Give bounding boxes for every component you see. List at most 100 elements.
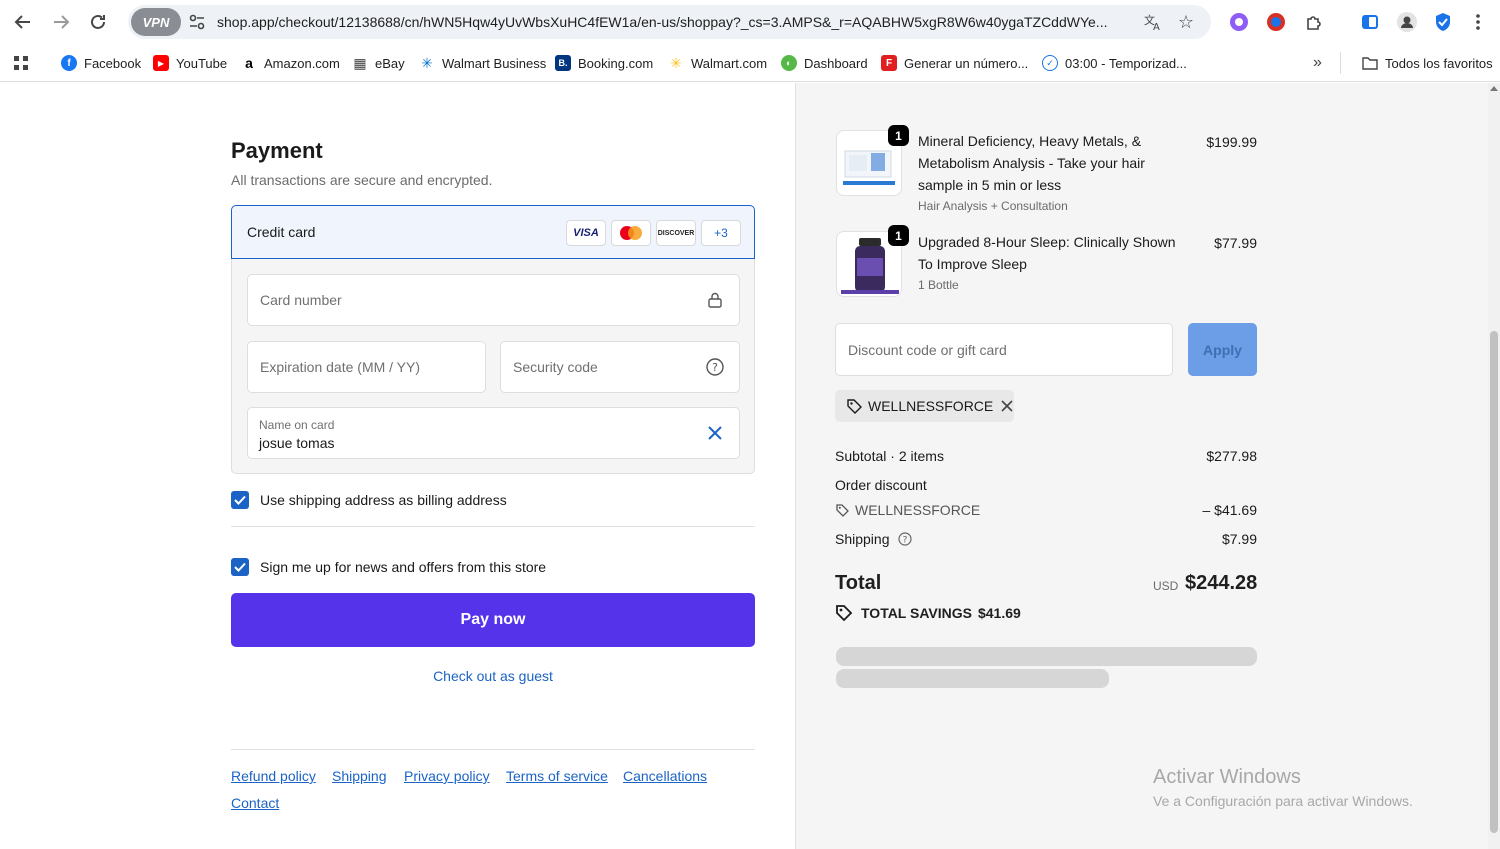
visa-icon: VISA: [566, 220, 606, 246]
more-cards-badge: +3: [701, 220, 741, 246]
svg-text:?: ?: [902, 536, 907, 546]
side-panel-icon[interactable]: [1358, 10, 1382, 34]
bookmark-generar-numero[interactable]: F Generar un número...: [881, 53, 1028, 73]
ebay-icon: ▦: [352, 54, 368, 71]
discover-icon: DISCOVER: [656, 220, 696, 246]
page-scrollbar[interactable]: [1488, 83, 1500, 849]
url-text[interactable]: shop.app/checkout/12138688/cn/hWN5Hqw4yU…: [217, 14, 1132, 30]
section-divider: [231, 526, 755, 527]
forward-icon[interactable]: [47, 8, 75, 36]
applied-discount-chip: WELLNESSFORCE: [835, 390, 1014, 422]
extensions-puzzle-icon[interactable]: [1302, 10, 1326, 34]
bookmark-walmart[interactable]: ✳ Walmart.com: [668, 53, 767, 73]
remove-discount-x-icon[interactable]: [1001, 400, 1013, 412]
mastercard-icon: [611, 220, 651, 246]
windows-activation-subtitle: Ve a Configuración para activar Windows.: [1153, 793, 1413, 809]
svg-text:?: ?: [712, 361, 718, 374]
back-icon[interactable]: [9, 8, 37, 36]
security-extension-icon[interactable]: [1431, 10, 1455, 34]
checkbox-checked-icon[interactable]: [231, 558, 249, 576]
credit-card-label: Credit card: [247, 224, 316, 240]
bookmark-divider: [1340, 52, 1341, 74]
translate-icon[interactable]: 文A: [1142, 11, 1164, 33]
name-on-card-field[interactable]: Name on card josue tomas: [247, 407, 740, 459]
clear-x-icon[interactable]: [705, 423, 725, 443]
folder-icon: [1362, 56, 1378, 70]
browser-toolbar: VPN shop.app/checkout/12138688/cn/hWN5Hq…: [0, 0, 1500, 44]
bookmark-star-icon[interactable]: ☆: [1175, 11, 1197, 33]
refund-policy-link[interactable]: Refund policy: [231, 768, 316, 784]
security-code-field[interactable]: Security code ?: [500, 341, 740, 393]
checkout-as-guest-link[interactable]: Check out as guest: [231, 668, 755, 684]
extension-purple-icon[interactable]: [1227, 10, 1251, 34]
bookmark-temporizador[interactable]: ✓ 03:00 - Temporizad...: [1042, 53, 1187, 73]
walmart-spark-icon: ✳: [668, 55, 684, 71]
more-bookmarks-icon[interactable]: »: [1313, 53, 1322, 73]
product-price: $199.99: [1206, 134, 1257, 150]
help-circle-icon[interactable]: ?: [705, 357, 725, 377]
billing-address-checkbox[interactable]: Use shipping address as billing address: [231, 491, 507, 509]
address-bar[interactable]: VPN shop.app/checkout/12138688/cn/hWN5Hq…: [128, 5, 1211, 39]
shipping-help-icon[interactable]: ?: [897, 532, 912, 546]
extension-shield-icon[interactable]: [1264, 10, 1288, 34]
amazon-icon: a: [241, 55, 257, 71]
order-summary-panel: [795, 83, 1488, 849]
tag-icon: [846, 398, 862, 414]
checkout-page: Payment All transactions are secure and …: [0, 83, 1500, 849]
subtotal-row: Subtotal · 2 items $277.98: [835, 448, 1257, 464]
timer-icon: ✓: [1042, 55, 1058, 71]
vpn-badge[interactable]: VPN: [131, 8, 181, 36]
bookmarks-bar: f Facebook ▶ YouTube a Amazon.com ▦ eBay ✳ Wa…: [0, 44, 1500, 82]
order-discount-label: Order discount: [835, 477, 927, 493]
shipping-policy-link[interactable]: Shipping: [332, 768, 387, 784]
loading-skeleton: [836, 647, 1257, 666]
product-name: Upgraded 8-Hour Sleep: Clinically Shown …: [918, 234, 1176, 272]
shipping-row: Shipping ? $7.99: [835, 531, 1257, 547]
svg-text:A: A: [1153, 22, 1160, 32]
product-name: Mineral Deficiency, Heavy Metals, & Meta…: [918, 133, 1145, 193]
bookmark-dashboard[interactable]: ◐ Dashboard: [781, 53, 868, 73]
total-savings: TOTAL SAVINGS $41.69: [835, 604, 1021, 622]
quantity-badge: 1: [888, 225, 909, 246]
product-variant: 1 Bottle: [918, 278, 959, 292]
lock-icon: [705, 290, 725, 310]
apps-grid-icon[interactable]: [13, 53, 29, 73]
footer-divider: [231, 749, 755, 750]
total-label: Total: [835, 572, 882, 594]
quantity-badge: 1: [888, 125, 909, 146]
reload-icon[interactable]: [84, 8, 112, 36]
checkbox-checked-icon[interactable]: [231, 491, 249, 509]
apply-discount-button[interactable]: Apply: [1188, 323, 1257, 376]
contact-link[interactable]: Contact: [231, 795, 279, 811]
cancellations-link[interactable]: Cancellations: [623, 768, 707, 784]
site-settings-icon[interactable]: [188, 13, 206, 31]
name-on-card-value: josue tomas: [259, 435, 335, 451]
pay-now-button[interactable]: Pay now: [231, 593, 755, 647]
terms-of-service-link[interactable]: Terms of service: [506, 768, 608, 784]
dashboard-icon: ◐: [781, 55, 797, 71]
newsletter-checkbox[interactable]: Sign me up for news and offers from this…: [231, 558, 546, 576]
card-number-field[interactable]: Card number: [247, 274, 740, 326]
scroll-thumb[interactable]: [1490, 331, 1498, 833]
discount-code-input[interactable]: Discount code or gift card: [835, 323, 1173, 376]
expiration-date-field[interactable]: Expiration date (MM / YY): [247, 341, 486, 393]
scroll-up-arrow-icon[interactable]: [1490, 86, 1498, 91]
facebook-icon: f: [61, 55, 77, 71]
credit-card-option[interactable]: Credit card VISA DISCOVER +3: [231, 205, 755, 259]
f-logo-icon: F: [881, 55, 897, 71]
bookmark-youtube[interactable]: ▶ YouTube: [153, 53, 227, 73]
discount-code-row: WELLNESSFORCE – $41.69: [835, 502, 1257, 518]
profile-avatar-icon[interactable]: [1395, 10, 1419, 34]
bookmark-booking[interactable]: B. Booking.com: [555, 53, 653, 73]
menu-dots-icon[interactable]: [1466, 10, 1490, 34]
bookmark-walmart-business[interactable]: ✳ Walmart Business: [419, 53, 546, 73]
privacy-policy-link[interactable]: Privacy policy: [404, 768, 490, 784]
payment-title: Payment: [231, 138, 323, 163]
tag-icon: [835, 503, 849, 517]
payment-subtitle: All transactions are secure and encrypte…: [231, 172, 493, 188]
bookmark-facebook[interactable]: f Facebook: [61, 53, 141, 73]
all-bookmarks-folder[interactable]: Todos los favoritos: [1362, 53, 1493, 73]
walmart-spark-icon: ✳: [419, 55, 435, 71]
bookmark-amazon[interactable]: a Amazon.com: [241, 53, 340, 73]
bookmark-ebay[interactable]: ▦ eBay: [352, 53, 405, 73]
